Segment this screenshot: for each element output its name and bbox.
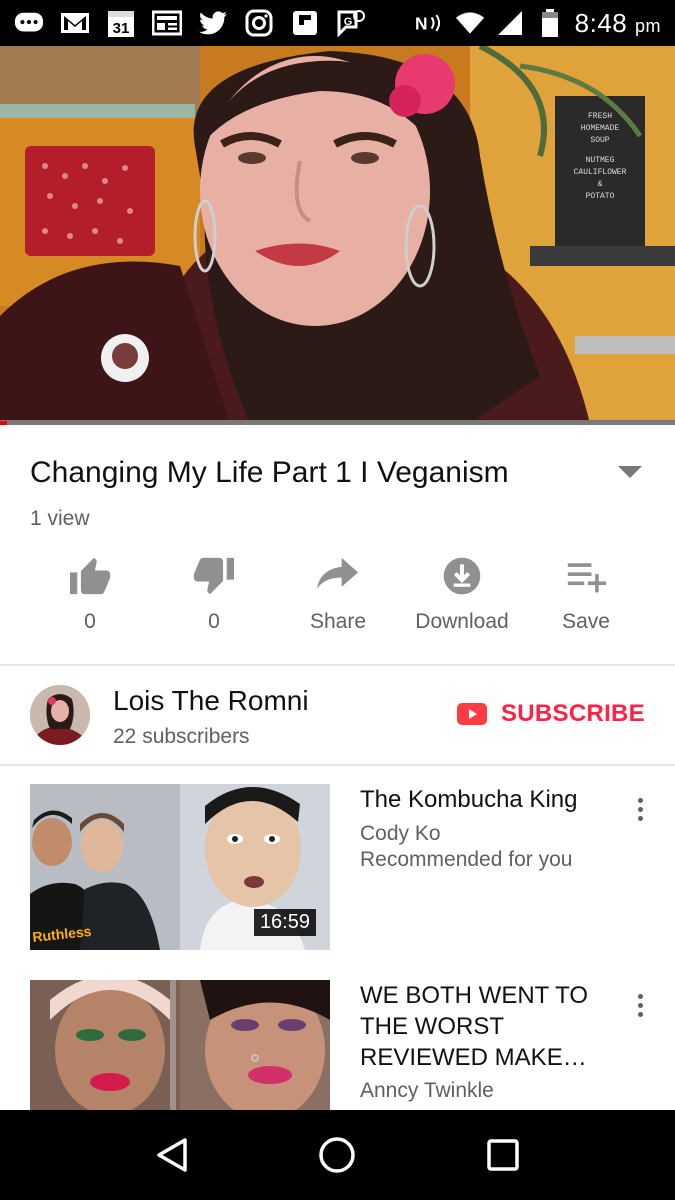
avatar-image [30, 685, 90, 745]
calendar-icon: 31 [106, 8, 136, 38]
recents-icon[interactable] [486, 1138, 520, 1172]
video-frame: FRESH HOMEMADE SOUP NUTMEG CAULIFLOWER &… [0, 46, 675, 424]
video-title-row[interactable]: Changing My Life Part 1 I Veganism [30, 450, 650, 496]
thumbnail-image [30, 980, 330, 1110]
playlist-add-icon [567, 563, 606, 593]
twitter-icon [198, 8, 228, 38]
divider [0, 664, 675, 666]
channel-avatar[interactable] [30, 685, 90, 745]
chat-icon [14, 8, 44, 38]
share-label: Share [309, 610, 367, 633]
subscribe-label: SUBSCRIBE [500, 700, 645, 727]
subscribe-button[interactable]: SUBSCRIBE [456, 700, 645, 728]
recommended-video-title[interactable]: WE BOTH WENT TO THE WORST REVIEWED MAKE… [360, 980, 610, 1073]
expand-description-icon[interactable] [618, 466, 642, 478]
back-icon[interactable] [155, 1137, 189, 1173]
like-button[interactable]: 0 [28, 556, 152, 646]
google-voice-icon: G [336, 8, 366, 38]
recommended-video-channel: Anncy Twinkle [360, 1079, 494, 1102]
status-bar: 31 G N 8:48 pm [0, 0, 675, 46]
flipboard-icon [290, 8, 320, 38]
divider [0, 764, 675, 766]
menu-board-line: & [598, 180, 603, 189]
thumbs-up-icon [70, 557, 110, 595]
home-icon[interactable] [318, 1136, 356, 1174]
menu-board-line: FRESH [588, 112, 612, 121]
download-label: Download [415, 610, 509, 633]
gmail-icon [60, 8, 90, 38]
video-duration: 16:59 [253, 909, 316, 936]
news-icon [152, 8, 182, 38]
recommended-video-reason: Recommended for you [360, 848, 573, 871]
more-options-icon[interactable] [630, 798, 650, 828]
instagram-icon [244, 8, 274, 38]
channel-name[interactable]: Lois The Romni [113, 685, 309, 717]
menu-board-line: CAULIFLOWER [574, 168, 627, 177]
thumbs-down-icon [194, 557, 234, 595]
svg-text:G: G [344, 16, 353, 28]
video-thumbnail[interactable] [30, 980, 330, 1110]
video-title: Changing My Life Part 1 I Veganism [30, 456, 509, 489]
recommended-video-channel: Cody Ko [360, 822, 441, 845]
nfc-icon: N [415, 8, 445, 38]
view-count: 1 view [30, 507, 90, 530]
wifi-icon [455, 8, 485, 38]
share-button[interactable]: Share [276, 556, 400, 646]
share-arrow-icon [317, 557, 358, 589]
youtube-play-icon [456, 703, 487, 725]
download-icon [443, 557, 481, 595]
download-button[interactable]: Download [400, 556, 524, 646]
video-progress-fill [0, 421, 7, 425]
menu-board-line: POTATO [586, 192, 615, 201]
recommended-video-title[interactable]: The Kombucha King [360, 784, 610, 815]
menu-board-line: NUTMEG [586, 156, 615, 165]
dislike-count: 0 [208, 610, 220, 633]
svg-text:N: N [415, 13, 428, 33]
video-actions: 0 0 Share Download Save [28, 556, 648, 646]
video-thumbnail[interactable]: Ruthless 16:59 [30, 784, 330, 950]
video-progress-bar[interactable] [0, 421, 675, 425]
dislike-button[interactable]: 0 [152, 556, 276, 646]
channel-subscriber-count: 22 subscribers [113, 725, 250, 748]
video-player[interactable]: FRESH HOMEMADE SOUP NUTMEG CAULIFLOWER &… [0, 46, 675, 424]
android-nav-bar [0, 1110, 675, 1200]
menu-board-line: HOMEMADE [581, 124, 620, 133]
menu-board-line: SOUP [590, 136, 609, 145]
save-button[interactable]: Save [524, 556, 648, 646]
recommended-video[interactable]: WE BOTH WENT TO THE WORST REVIEWED MAKE…… [30, 980, 650, 1110]
more-options-icon[interactable] [630, 994, 650, 1024]
recommended-video[interactable]: Ruthless 16:59 The Kombucha King Cody Ko… [30, 784, 650, 954]
svg-text:31: 31 [113, 20, 130, 37]
signal-icon [495, 8, 525, 38]
like-count: 0 [84, 610, 96, 633]
battery-icon [535, 8, 565, 38]
save-label: Save [562, 610, 610, 633]
clock: 8:48 pm [574, 7, 661, 38]
